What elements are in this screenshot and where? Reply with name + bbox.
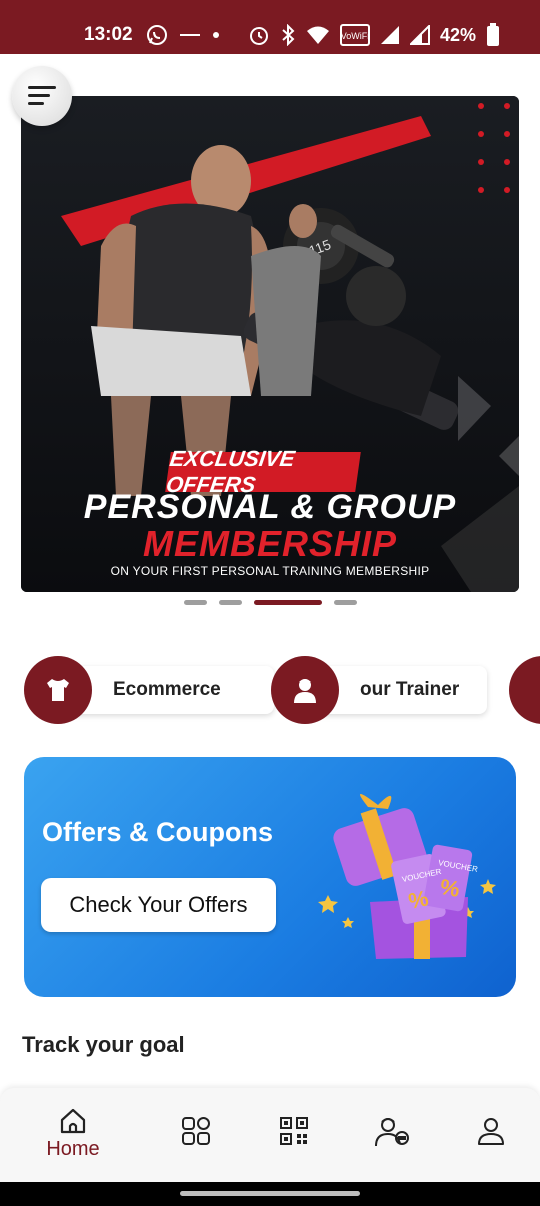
trainer-icon	[271, 656, 339, 724]
nav-trainer[interactable]	[362, 1116, 422, 1148]
alarm-icon	[249, 27, 268, 45]
carousel-dot[interactable]	[334, 600, 357, 605]
quick-link-label: our Trainer	[360, 679, 460, 700]
nav-qr[interactable]	[264, 1116, 324, 1146]
trainer-icon	[375, 1118, 409, 1147]
bluetooth-icon	[282, 24, 295, 46]
more-link-icon	[509, 656, 540, 724]
menu-button[interactable]	[12, 66, 72, 126]
promo-banner[interactable]: 115 EXCLUSIVE OFFERS PERSONAL & GROUP ME…	[21, 96, 519, 592]
whatsapp-icon	[147, 25, 167, 45]
svg-text:VoWiFi: VoWiFi	[341, 31, 370, 41]
banner-title-highlight: MEMBERSHIP	[142, 523, 398, 564]
status-notification-icons	[145, 22, 221, 48]
battery-icon	[487, 23, 499, 46]
offers-card[interactable]: Offers & Coupons Check Your Offers VOUCH…	[24, 757, 516, 997]
section-title: Track your goal	[22, 1032, 185, 1057]
vowifi-icon: VoWiFi	[339, 24, 370, 46]
profile-icon	[478, 1118, 504, 1145]
nav-profile[interactable]	[461, 1116, 521, 1146]
nav-home[interactable]: Home	[43, 1106, 103, 1161]
quick-link-trainer[interactable]: our Trainer	[271, 656, 491, 724]
status-system-icons: VoWiFi 42%	[248, 22, 500, 48]
quick-link-card: Ecommerce	[64, 666, 274, 714]
status-time: 13:02	[84, 24, 133, 45]
qr-code-icon	[280, 1117, 308, 1145]
status-bar: 13:02 VoWiFi 42%	[0, 0, 540, 54]
tshirt-icon	[24, 656, 92, 724]
apps-icon	[182, 1117, 210, 1145]
wifi-icon	[306, 26, 329, 44]
signal-icon	[409, 25, 430, 45]
bottom-navigation: Home	[0, 1088, 540, 1182]
gift-voucher-icon: VOUCHER VOUCHER % %	[318, 793, 496, 959]
home-gesture-pill[interactable]	[180, 1191, 360, 1196]
banner-title: PERSONAL & GROUP	[83, 488, 457, 526]
carousel-dot[interactable]	[219, 600, 242, 605]
banner-badge: EXCLUSIVE OFFERS	[164, 446, 361, 497]
banner-subtitle: ON YOUR FIRST PERSONAL TRAINING MEMBERSH…	[110, 564, 430, 578]
system-gesture-bar	[0, 1182, 540, 1206]
battery-percent: 42%	[439, 24, 476, 45]
home-icon	[60, 1108, 86, 1134]
quick-link-more[interactable]	[509, 656, 540, 724]
dot-icon	[213, 32, 219, 38]
hamburger-menu-icon	[28, 86, 56, 105]
signal-icon	[380, 26, 399, 44]
carousel-dot-active[interactable]	[254, 600, 322, 605]
rapido-icon	[180, 34, 200, 36]
check-offers-button[interactable]: Check Your Offers	[41, 878, 276, 932]
quick-link-ecommerce[interactable]: Ecommerce	[24, 656, 274, 724]
offers-title: Offers & Coupons	[42, 817, 274, 847]
quick-link-label: Ecommerce	[113, 679, 221, 700]
nav-home-label: Home	[46, 1138, 100, 1160]
nav-apps[interactable]	[166, 1116, 226, 1146]
carousel-indicator	[184, 600, 357, 605]
carousel-dot[interactable]	[184, 600, 207, 605]
